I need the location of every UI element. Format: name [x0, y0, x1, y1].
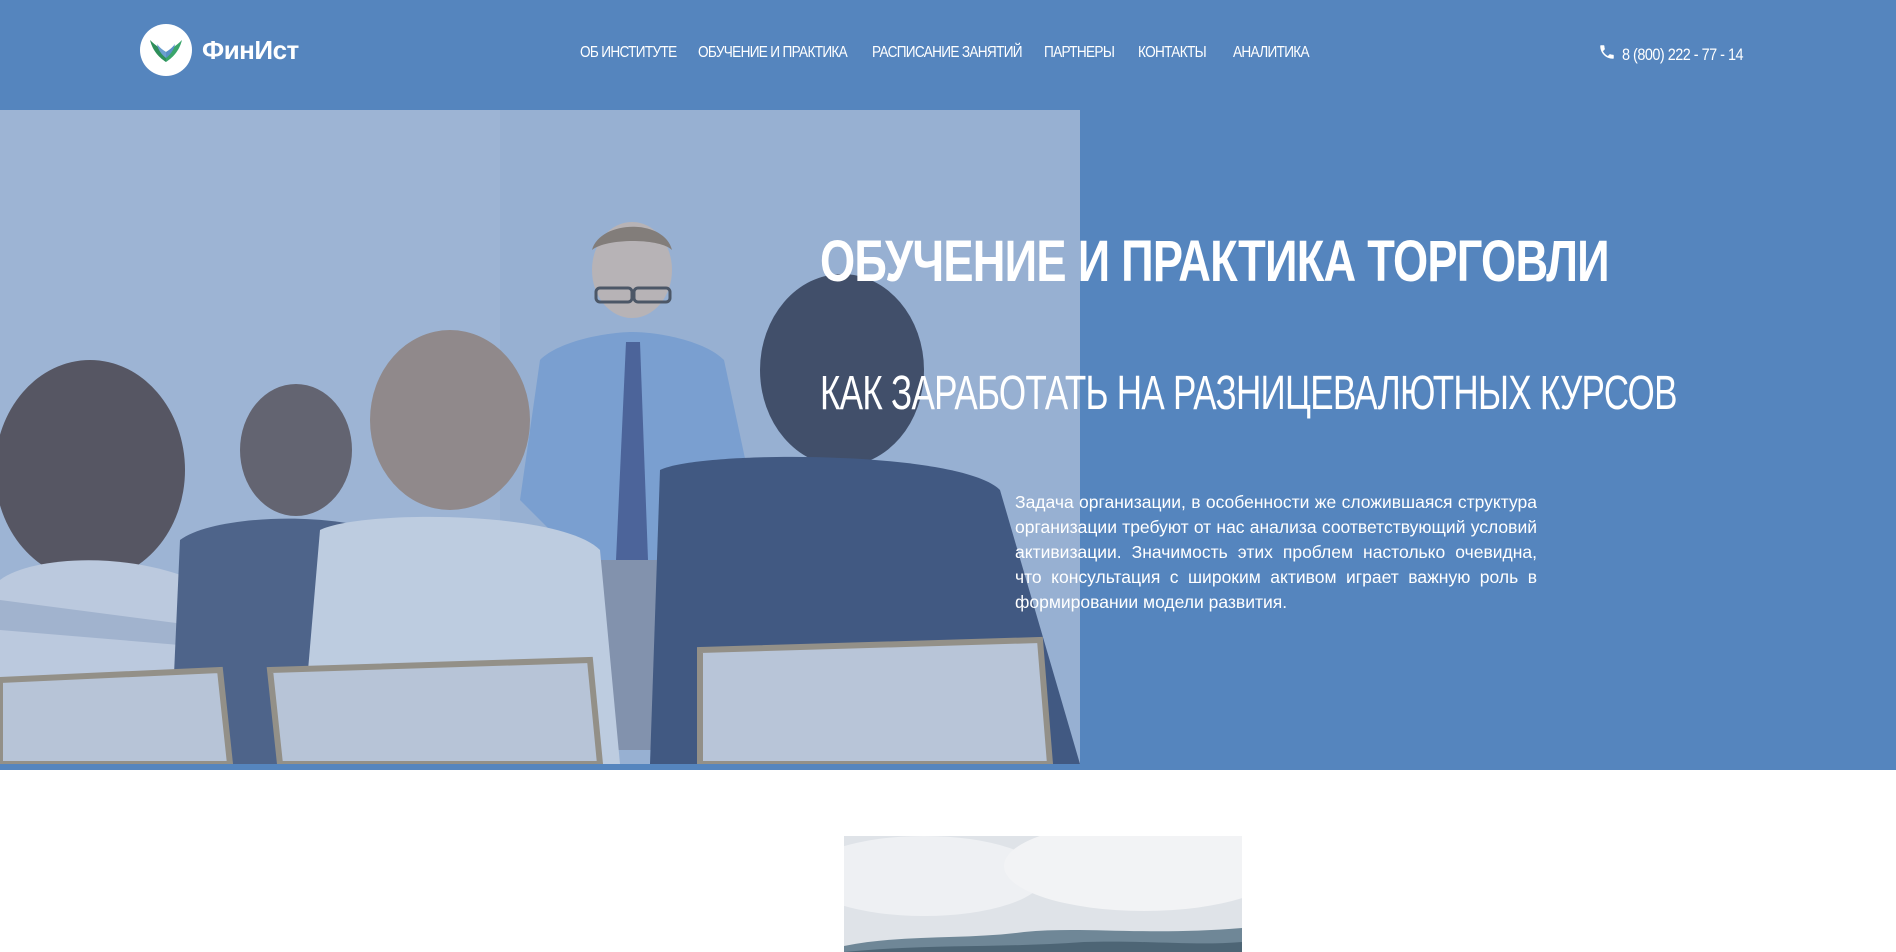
logo-wings-icon	[140, 24, 192, 76]
hero-photo	[0, 110, 1080, 764]
logo-text: ФинИст	[202, 34, 299, 65]
site-header: ФинИст ОБ ИНСТИТУТЕ ОБУЧЕНИЕ И ПРАКТИКА …	[0, 0, 1896, 110]
nav-item-training[interactable]: ОБУЧЕНИЕ И ПРАКТИКА	[698, 44, 848, 62]
nav-item-contacts[interactable]: КОНТАКТЫ	[1138, 44, 1207, 62]
logo[interactable]: ФинИст	[140, 24, 299, 76]
hero-section: ФинИст ОБ ИНСТИТУТЕ ОБУЧЕНИЕ И ПРАКТИКА …	[0, 0, 1896, 770]
hero-subtitle: КАК ЗАРАБОТАТЬ НА РАЗНИЦЕВАЛЮТНЫХ КУРСОВ	[820, 367, 1677, 420]
hero-description: Задача организации, в особенности же сло…	[1015, 492, 1537, 612]
phone-number: 8 (800) 222 - 77 - 14	[1622, 44, 1744, 64]
nav-item-about[interactable]: ОБ ИНСТИТУТЕ	[580, 44, 677, 62]
phone-contact[interactable]: 8 (800) 222 - 77 - 14	[1598, 43, 1764, 66]
phone-icon	[1598, 43, 1616, 66]
mountain-image	[844, 836, 1242, 952]
seminar-illustration	[0, 110, 1080, 764]
nav-item-analytics[interactable]: АНАЛИТИКА	[1233, 44, 1310, 62]
hero-title: ОБУЧЕНИЕ И ПРАКТИКА ТОРГОВЛИ	[820, 229, 1610, 294]
nav-item-partners[interactable]: ПАРТНЕРЫ	[1044, 44, 1115, 62]
nav-item-schedule[interactable]: РАСПИСАНИЕ ЗАНЯТИЙ	[872, 44, 1023, 62]
